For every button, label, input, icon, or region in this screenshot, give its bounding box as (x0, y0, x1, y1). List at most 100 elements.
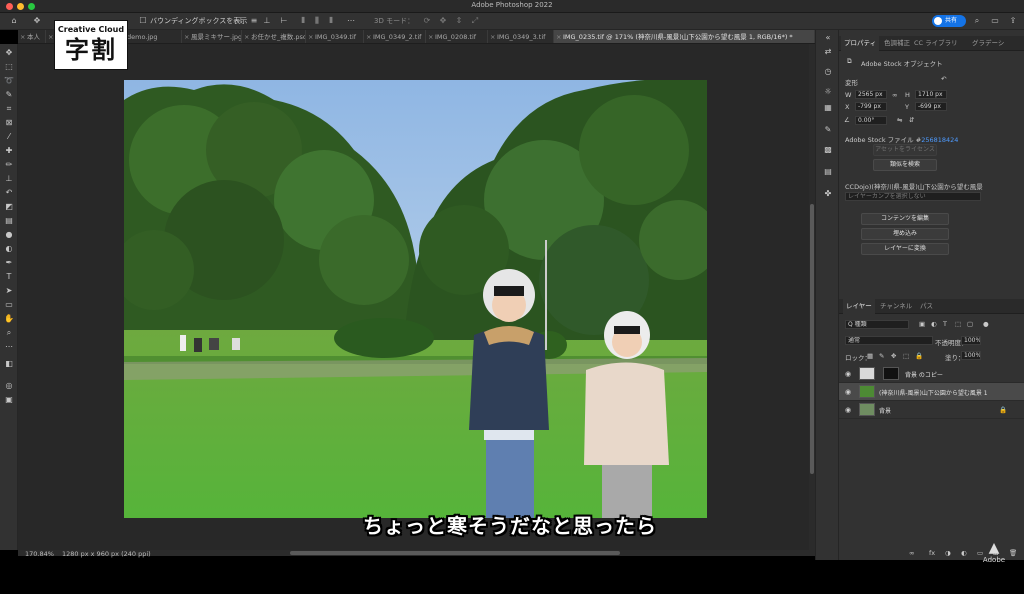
clone-stamp-tool-icon[interactable]: ⊥ (3, 173, 15, 185)
libraries-icon[interactable]: ▦ (822, 102, 834, 114)
color-swatches-icon[interactable]: ◧ (3, 358, 15, 370)
blend-mode-select[interactable]: 通常 (845, 336, 933, 345)
close-tab-icon[interactable]: × (428, 30, 433, 43)
lock-artboard-icon[interactable]: ⬚ (903, 352, 909, 360)
convert-to-layers-button[interactable]: レイヤーに変換 (861, 243, 949, 255)
close-tab-icon[interactable]: × (490, 30, 495, 43)
close-tab-icon[interactable]: × (556, 30, 561, 43)
close-tab-icon[interactable]: × (184, 30, 189, 43)
lock-all-icon[interactable]: 🔒 (915, 352, 923, 360)
swatches-icon[interactable]: ▩ (822, 144, 834, 156)
3d-scale-icon[interactable]: ⤢ (470, 16, 480, 26)
frame-tool-icon[interactable]: ⊠ (3, 117, 15, 129)
tab-properties[interactable]: プロパティ (841, 36, 880, 51)
path-select-tool-icon[interactable]: ➤ (3, 285, 15, 297)
filter-toggle-icon[interactable]: ● (983, 320, 989, 328)
home-icon[interactable]: ⌂ (9, 16, 19, 26)
close-tab-icon[interactable]: × (244, 30, 249, 43)
layer-comp-select[interactable]: レイヤーカンプを選択しない (845, 192, 981, 201)
crop-tool-icon[interactable]: ⌗ (3, 103, 15, 115)
flip-h-icon[interactable]: ⇋ (897, 116, 902, 124)
zoom-tool-icon[interactable]: ⌕ (3, 327, 15, 339)
filter-pixel-icon[interactable]: ▣ (919, 320, 925, 328)
layer-row[interactable]: ◉ 背景 のコピー (839, 365, 1024, 383)
paragraph-icon[interactable]: ▤ (822, 166, 834, 178)
zoom-level[interactable]: 170.84% (25, 550, 54, 558)
eyedropper-tool-icon[interactable]: ⁄ (3, 131, 15, 143)
3d-slide-icon[interactable]: ⇕ (454, 16, 464, 26)
link-layers-icon[interactable]: ∞ (909, 549, 914, 557)
layer-row[interactable]: ◉ 背景 🔒 (839, 401, 1024, 419)
y-field[interactable]: -699 px (915, 102, 947, 111)
hand-tool-icon[interactable]: ✋ (3, 313, 15, 325)
filter-type-icon[interactable]: T (943, 320, 947, 328)
learn-icon[interactable]: ⇄ (822, 46, 834, 58)
dodge-tool-icon[interactable]: ◐ (3, 243, 15, 255)
angle-field[interactable]: 0.00° (855, 116, 887, 125)
close-tab-icon[interactable]: × (48, 30, 53, 43)
share-export-icon[interactable]: ⇪ (1008, 16, 1018, 26)
tab-adjustments[interactable]: 色調補正 (881, 36, 913, 51)
tab-channels[interactable]: チャンネル (877, 299, 915, 314)
canvas-area[interactable] (18, 44, 809, 550)
tab-doc-active[interactable]: × IMG_0235.tif @ 171% (神奈川県-風景)山下公園から望む風景… (554, 30, 815, 43)
reset-transform-icon[interactable]: ↶ (941, 75, 946, 83)
add-mask-icon[interactable]: ◑ (945, 549, 951, 557)
rectangle-tool-icon[interactable]: ▭ (3, 299, 15, 311)
brush-tool-icon[interactable]: ✏ (3, 159, 15, 171)
vertical-scroll-thumb[interactable] (810, 204, 814, 474)
healing-brush-tool-icon[interactable]: ✚ (3, 145, 15, 157)
tab-doc-3[interactable]: × 風景ミキサー.jpg (182, 30, 242, 43)
stock-file-link[interactable]: 256818424 (921, 136, 958, 144)
quick-select-tool-icon[interactable]: ✎ (3, 89, 15, 101)
fill-field[interactable]: 100% (961, 351, 981, 360)
align-bottom-icon[interactable]: ⊥ (262, 16, 272, 26)
brush-settings-icon[interactable]: ✎ (822, 124, 834, 136)
eye-icon[interactable]: ◉ (845, 370, 853, 378)
gradient-tool-icon[interactable]: ▤ (3, 215, 15, 227)
eye-icon[interactable]: ◉ (845, 406, 853, 414)
tab-doc-6[interactable]: × IMG_0349_2.tif (364, 30, 426, 43)
blur-tool-icon[interactable]: ● (3, 229, 15, 241)
height-field[interactable]: 1710 px (915, 90, 947, 99)
history-icon[interactable]: ◷ (822, 66, 834, 78)
find-similar-button[interactable]: 類似を検索 (873, 159, 937, 171)
opacity-field[interactable]: 100% (961, 336, 981, 345)
flip-v-icon[interactable]: ⇵ (909, 116, 914, 124)
tab-layers[interactable]: レイヤー (843, 299, 875, 314)
distribute-v-icon[interactable]: ⦀ (326, 16, 336, 26)
search-icon[interactable]: ⌕ (972, 16, 982, 26)
move-tool-icon[interactable]: ✥ (3, 47, 15, 59)
filter-shape-icon[interactable]: ⬚ (955, 320, 961, 328)
distribute-h-icon[interactable]: ⫼ (312, 16, 322, 26)
collapse-icon[interactable]: « (822, 32, 834, 44)
layer-row[interactable]: ◉ (神奈川県-風景)山下公園から望む風景 1 (839, 383, 1024, 401)
close-tab-icon[interactable]: × (20, 30, 25, 43)
width-field[interactable]: 2565 px (855, 90, 887, 99)
new-adjustment-icon[interactable]: ◐ (961, 549, 967, 557)
checkbox-bounding-box[interactable]: ☐ (138, 16, 148, 26)
3d-orbit-icon[interactable]: ⟳ (422, 16, 432, 26)
layer-filter-select[interactable]: Q 種類 (845, 320, 909, 329)
move-tool-icon[interactable]: ✥ (32, 16, 42, 26)
align-top-icon[interactable]: ⊤ (236, 16, 246, 26)
align-left-icon[interactable]: ⊢ (279, 16, 289, 26)
screen-mode-icon[interactable]: ▣ (3, 394, 15, 406)
delete-layer-icon[interactable]: 🗑 (1009, 549, 1017, 557)
tab-doc-7[interactable]: × IMG_0208.tif (426, 30, 488, 43)
tab-doc-0[interactable]: × 本人 (18, 30, 46, 43)
3d-pan-icon[interactable]: ✥ (438, 16, 448, 26)
quick-mask-icon[interactable]: ◎ (3, 380, 15, 392)
workspace-icon[interactable]: ▭ (990, 16, 1000, 26)
pen-tool-icon[interactable]: ✒ (3, 257, 15, 269)
lasso-tool-icon[interactable]: ➰ (3, 75, 15, 87)
document-image[interactable] (124, 80, 707, 518)
tab-doc-8[interactable]: × IMG_0349_3.tif (488, 30, 554, 43)
close-tab-icon[interactable]: × (308, 30, 313, 43)
share-button[interactable]: 共有 (932, 15, 966, 27)
marquee-tool-icon[interactable]: ⬚ (3, 61, 15, 73)
align-vcenter-icon[interactable]: ≡ (249, 16, 259, 26)
edit-toolbar-icon[interactable]: ⋯ (3, 341, 15, 353)
tab-cc-libraries[interactable]: CC ライブラリ (911, 36, 961, 51)
link-icon[interactable]: ∞ (892, 91, 897, 99)
